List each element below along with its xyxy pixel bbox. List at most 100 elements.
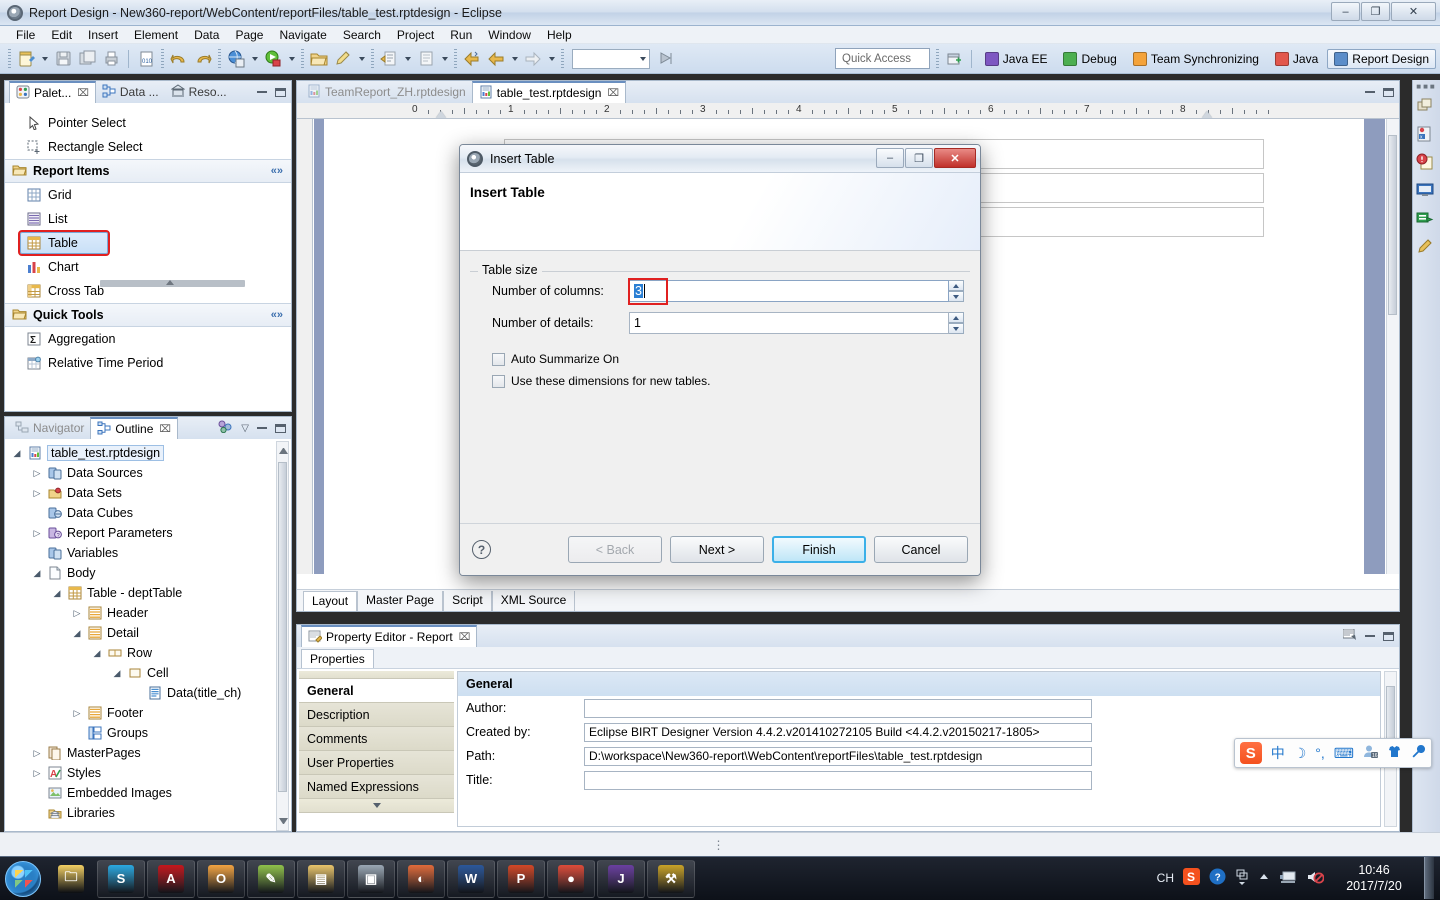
menu-window[interactable]: Window xyxy=(480,27,539,43)
menu-element[interactable]: Element xyxy=(126,27,186,43)
editor-tab-table-test-rptdesign[interactable]: table_test.rptdesign ⌧ xyxy=(471,81,627,103)
property-field-input-author[interactable] xyxy=(584,698,1092,718)
ruler-margin-marker-right[interactable] xyxy=(1202,111,1212,118)
save-icon[interactable] xyxy=(52,48,74,70)
tab-property-editor[interactable]: Property Editor - Report ⌧ xyxy=(301,625,478,647)
tree-node-data-title-ch-[interactable]: Data(title_ch) xyxy=(5,683,291,703)
outline-scrollbar[interactable] xyxy=(276,441,289,831)
toolbar-drag-handle[interactable] xyxy=(8,48,11,69)
cancel-button[interactable]: Cancel xyxy=(874,536,968,563)
tab-properties[interactable]: Properties xyxy=(301,649,374,668)
tree-node-variables[interactable]: Variables xyxy=(5,543,291,563)
details-spinner[interactable] xyxy=(948,312,964,334)
taskbar-paint-icon[interactable]: ◐ xyxy=(397,859,445,898)
close-icon[interactable]: ⌧ xyxy=(77,88,89,99)
use-dimensions-checkbox[interactable] xyxy=(492,374,505,388)
auto-summarize-checkbox[interactable] xyxy=(492,352,505,366)
link-editor-icon[interactable] xyxy=(218,420,233,436)
tray-language-indicator[interactable]: CH xyxy=(1157,871,1174,885)
property-field-input-title[interactable] xyxy=(584,770,1092,790)
ime-chinese-mode-icon[interactable]: 中 xyxy=(1271,743,1285,763)
menu-search[interactable]: Search xyxy=(335,27,389,43)
taskbar-explorer-icon[interactable]: 🗀 xyxy=(47,860,95,898)
save-all-icon[interactable] xyxy=(76,48,98,70)
twisty-down-icon[interactable]: ◢ xyxy=(111,668,123,679)
undo-icon[interactable] xyxy=(168,48,190,70)
tree-node-data-sets[interactable]: ▷ Data Sets xyxy=(5,483,291,503)
menu-insert[interactable]: Insert xyxy=(80,27,126,43)
editor-tab-teamreport-zh-rptdesign[interactable]: TeamReport_ZH.rptdesign xyxy=(301,81,472,103)
palette-item-aggregation[interactable]: Σ Aggregation xyxy=(5,327,291,351)
twisty-right-icon[interactable]: ▷ xyxy=(31,488,43,499)
ime-tools-icon[interactable] xyxy=(1411,744,1426,762)
collapse-icon[interactable]: «» xyxy=(271,309,283,321)
menu-data[interactable]: Data xyxy=(186,27,227,43)
close-icon[interactable]: ⌧ xyxy=(459,632,471,643)
perspective-java[interactable]: Java xyxy=(1268,49,1325,69)
preview-web-icon[interactable] xyxy=(225,48,247,70)
twisty-right-icon[interactable]: ▷ xyxy=(71,608,83,619)
taskbar-monitor-icon[interactable]: ▣ xyxy=(347,859,395,898)
twisty-right-icon[interactable]: ▷ xyxy=(31,748,43,759)
twisty-right-icon[interactable]: ▷ xyxy=(31,768,43,779)
property-category-description[interactable]: Description xyxy=(299,703,454,727)
redo-icon[interactable] xyxy=(192,48,214,70)
palette-tool-pointer-select[interactable]: Pointer Select xyxy=(5,111,291,135)
tree-node-masterpages[interactable]: ▷ MasterPages xyxy=(5,743,291,763)
dialog-close-button[interactable]: ✕ xyxy=(934,148,976,168)
outline-maximize-icon[interactable] xyxy=(275,423,286,433)
palette-minimize-icon[interactable] xyxy=(257,91,267,93)
forward-icon[interactable] xyxy=(522,48,544,70)
palette-item-chart[interactable]: Chart xyxy=(5,255,291,279)
palette-item-list[interactable]: List xyxy=(5,207,291,231)
help-icon[interactable]: ? xyxy=(472,540,491,559)
editor-page-tab-layout[interactable]: Layout xyxy=(303,591,358,611)
menu-page[interactable]: Page xyxy=(227,27,271,43)
tree-node-footer[interactable]: ▷ Footer xyxy=(5,703,291,723)
tab-palet-[interactable]: Palet... ⌧ xyxy=(9,81,96,103)
palette-group-report-items[interactable]: Report Items «» xyxy=(5,159,291,183)
property-maximize-icon[interactable] xyxy=(1383,631,1394,641)
view-menu-icon[interactable]: ▽ xyxy=(241,423,249,434)
insert-dropdown-icon[interactable] xyxy=(402,48,413,70)
menu-navigate[interactable]: Navigate xyxy=(271,27,334,43)
twisty-down-icon[interactable]: ◢ xyxy=(11,448,23,459)
tab-navigator[interactable]: Navigator xyxy=(9,417,90,439)
back-history-icon[interactable] xyxy=(461,48,483,70)
close-icon[interactable]: ⌧ xyxy=(607,88,619,99)
palette-item-relative-time-period[interactable]: Relative Time Period xyxy=(5,351,291,375)
dialog-maximize-button[interactable]: ❐ xyxy=(905,148,933,168)
dialog-minimize-button[interactable]: – xyxy=(876,148,904,168)
back-button[interactable]: < Back xyxy=(568,536,662,563)
next-button[interactable]: Next > xyxy=(670,536,764,563)
property-category-general[interactable]: General xyxy=(299,679,454,703)
scroll-up-icon[interactable] xyxy=(279,445,288,454)
show-desktop-button[interactable] xyxy=(1424,857,1434,899)
quick-access-input[interactable]: Quick Access xyxy=(835,48,930,69)
tree-node-table-depttable[interactable]: ◢ Table - deptTable xyxy=(5,583,291,603)
page-dropdown-icon[interactable] xyxy=(439,48,450,70)
new-dropdown-icon[interactable] xyxy=(39,48,50,70)
back-icon[interactable] xyxy=(485,48,507,70)
run-dropdown-icon[interactable] xyxy=(286,48,297,70)
taskbar-powerpoint-icon[interactable]: P xyxy=(497,859,545,898)
taskbar-outlook-icon[interactable]: O xyxy=(197,859,245,898)
ime-user-icon[interactable]: 16 xyxy=(1363,744,1378,762)
tray-sogou-icon[interactable]: S xyxy=(1183,868,1200,888)
restore-views-icon[interactable] xyxy=(1416,97,1438,119)
ime-moon-icon[interactable]: ☽ xyxy=(1294,745,1307,762)
editor-page-tab-xml-source[interactable]: XML Source xyxy=(491,591,576,611)
edit-pencil-icon[interactable] xyxy=(332,48,354,70)
editor-page-tab-script[interactable]: Script xyxy=(443,591,492,611)
twisty-down-icon[interactable]: ◢ xyxy=(71,628,83,639)
sogou-logo-icon[interactable]: S xyxy=(1239,742,1262,764)
menu-edit[interactable]: Edit xyxy=(43,27,80,43)
tree-node-table-test-rptdesign[interactable]: ◢ table_test.rptdesign xyxy=(5,443,291,463)
property-field-input-createdby[interactable]: Eclipse BIRT Designer Version 4.4.2.v201… xyxy=(584,722,1092,742)
columns-spin-down-icon[interactable] xyxy=(948,291,964,302)
insert-element-icon[interactable] xyxy=(378,48,400,70)
error-log-icon[interactable] xyxy=(1416,153,1438,175)
tree-node-cell[interactable]: ◢ Cell xyxy=(5,663,291,683)
console-icon[interactable] xyxy=(1416,181,1438,203)
window-minimize-button[interactable]: – xyxy=(1331,2,1360,21)
